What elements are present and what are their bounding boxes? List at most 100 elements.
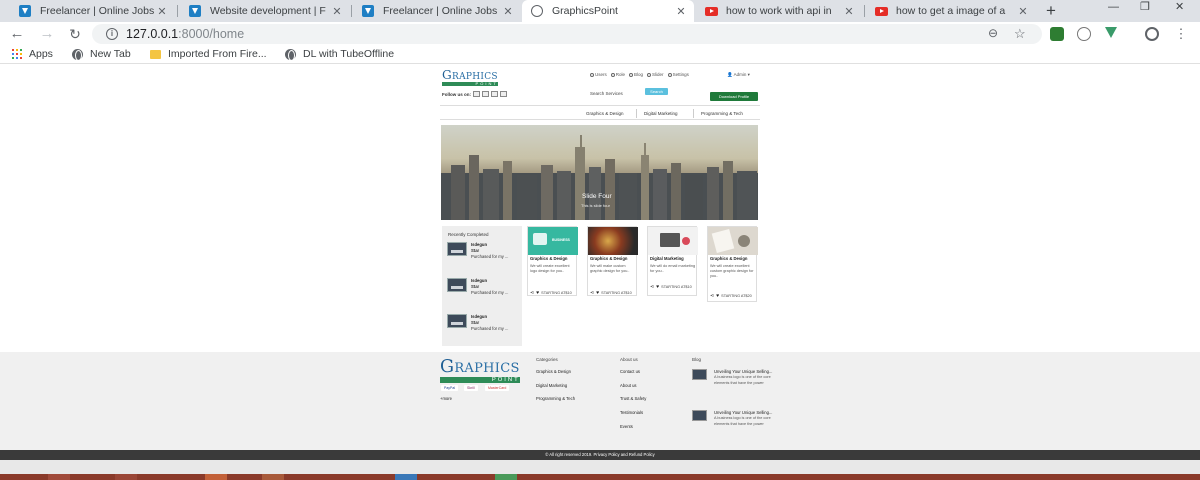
tab-title: Website development | F [210,5,326,17]
url-text[interactable]: 127.0.0.1:8000/home [126,27,244,41]
extension-icon[interactable] [1050,27,1064,41]
back-icon[interactable]: ← [8,24,26,44]
nav-settings[interactable]: Settings [667,72,689,77]
search-label: Search Services [590,91,623,96]
close-icon[interactable]: ✕ [330,5,344,18]
service-image [588,227,638,255]
folder-icon [150,49,161,59]
heart-icon[interactable]: ♥ [656,284,659,290]
share-icon[interactable]: ⋖ [590,290,594,296]
close-icon[interactable]: ✕ [842,5,856,18]
tab-title: Freelancer | Online Jobs | [383,5,501,17]
recently-completed-panel: Recently Completed Isdegun Star Purchase… [442,226,522,346]
share-icon[interactable]: ⋖ [530,290,534,296]
hero-slider[interactable]: Slide Four This is slide four [441,125,758,220]
footer-link[interactable]: Events [620,424,633,429]
skrill-icon: Skrill [464,385,478,391]
admin-dropdown[interactable]: 👤 Admin ▾ [727,72,750,78]
nav-role[interactable]: Role [610,72,625,77]
profile-avatar-icon[interactable] [1145,27,1159,41]
browser-tab[interactable]: Freelancer | Online Jobs | ✕ [353,0,521,22]
service-card[interactable]: Graphics & Design We will create excelle… [707,226,758,302]
browser-tab[interactable]: Website development | F ✕ [180,0,350,22]
vue-devtools-icon[interactable] [1105,27,1117,38]
site-logo[interactable]: GRAPHICS POINT [442,68,498,87]
heart-icon[interactable]: ♥ [536,290,539,296]
footer-logo[interactable]: GRAPHICS POINT [440,357,520,384]
browser-tab[interactable]: Freelancer | Online Jobs | ✕ [10,0,175,22]
linkedin-icon[interactable] [491,91,498,97]
site-info-icon[interactable]: i [106,28,118,40]
blog-thumbnail [692,410,707,421]
footer-link[interactable]: Graphics & Design [536,369,571,374]
browser-toolbar: ← → ↻ i 127.0.0.1:8000/home ⊖ ☆ ⋮ [0,22,1200,46]
footer-link[interactable]: About us [620,383,637,388]
minimize-icon[interactable]: — [1108,0,1119,14]
bookmark-star-icon[interactable]: ☆ [1014,26,1026,42]
taskbar-app-icon[interactable] [115,474,137,480]
top-nav: Users Role Blog Slider Settings [590,72,689,77]
twitter-icon[interactable] [473,91,480,97]
facebook-icon[interactable] [482,91,489,97]
slider-icon [647,72,652,77]
close-icon[interactable]: ✕ [1016,5,1030,18]
browser-tab-active[interactable]: GraphicsPoint ✕ [522,0,694,22]
nav-slider[interactable]: Slider [647,72,664,77]
taskbar-app-icon[interactable] [205,474,227,480]
search-button[interactable]: Search [645,88,668,95]
footer-link[interactable]: Trust & Safety [620,396,646,401]
footer-link[interactable]: Testimonials [620,410,643,415]
bookmark-new-tab[interactable]: New Tab [72,48,131,61]
bookmark-folder-imported[interactable]: Imported From Fire... [150,48,267,60]
list-item[interactable]: Isdegun Star Purchased for my ... [447,278,522,314]
taskbar-app-icon[interactable] [395,474,417,480]
heart-icon[interactable]: ♥ [596,290,599,296]
taskbar-app-icon[interactable] [495,474,517,480]
service-card[interactable]: Digital Marketing We will do email marke… [647,226,698,296]
translate-icon[interactable] [1077,27,1091,41]
blog-post[interactable]: Unveiling Your Unique Selling... A busin… [692,369,802,401]
follow-us: Follow us on: [442,91,507,97]
close-window-icon[interactable]: ✕ [1175,0,1184,14]
service-card[interactable]: BUSINESS Graphics & Design We will creat… [527,226,578,296]
footer-link[interactable]: Programming & Tech [536,396,575,401]
close-icon[interactable]: ✕ [674,5,688,18]
zoom-icon[interactable]: ⊖ [988,26,998,40]
nav-blog[interactable]: Blog [629,72,643,77]
youtube-icon [874,4,888,18]
menu-icon[interactable]: ⋮ [1172,24,1190,44]
bookmark-tubeoffline[interactable]: DL with TubeOffline [285,48,394,61]
new-tab-button[interactable]: + [1046,1,1056,21]
nav-users[interactable]: Users [590,72,607,77]
taskbar-app-icon[interactable] [262,474,284,480]
restore-icon[interactable]: ❐ [1140,0,1150,14]
browser-tab[interactable]: how to get a image of a ✕ [866,0,1036,22]
list-item[interactable]: Isdegun Star Purchased for my ... [447,314,522,350]
taskbar-app-icon[interactable] [48,474,70,480]
forward-icon[interactable]: → [38,24,56,44]
browser-tab[interactable]: how to work with api in ✕ [696,0,862,22]
bookmark-apps[interactable]: Apps [12,48,53,60]
close-icon[interactable]: ✕ [155,5,169,18]
service-card[interactable]: Graphics & Design We will make custom gr… [587,226,638,296]
category-marketing[interactable]: Digital Marketing [644,111,678,116]
footer-link[interactable]: Digital Marketing [536,383,567,388]
list-item[interactable]: Isdegun Star Purchased for my ... [447,242,522,278]
project-thumbnail [447,314,467,328]
instagram-icon[interactable] [500,91,507,97]
heart-icon[interactable]: ♥ [716,293,719,299]
category-programming[interactable]: Programming & Tech [701,111,743,116]
mastercard-icon: MasterCard [485,385,510,391]
footer-categories-heading: Categories [536,357,558,362]
reload-icon[interactable]: ↻ [66,24,84,44]
download-profile-button[interactable]: Download Profile [710,92,758,101]
globe-icon [72,48,83,61]
close-icon[interactable]: ✕ [501,5,515,18]
browser-tab-strip: Freelancer | Online Jobs | ✕ Website dev… [0,0,1200,22]
footer-link[interactable]: Contact us [620,369,640,374]
share-icon[interactable]: ⋖ [650,284,654,290]
share-icon[interactable]: ⋖ [710,293,714,299]
category-graphics[interactable]: Graphics & Design [586,111,624,116]
blog-post[interactable]: Unveiling Your Unique Selling... A busin… [692,410,802,442]
address-bar[interactable]: i 127.0.0.1:8000/home ⊖ ☆ [92,24,1042,44]
